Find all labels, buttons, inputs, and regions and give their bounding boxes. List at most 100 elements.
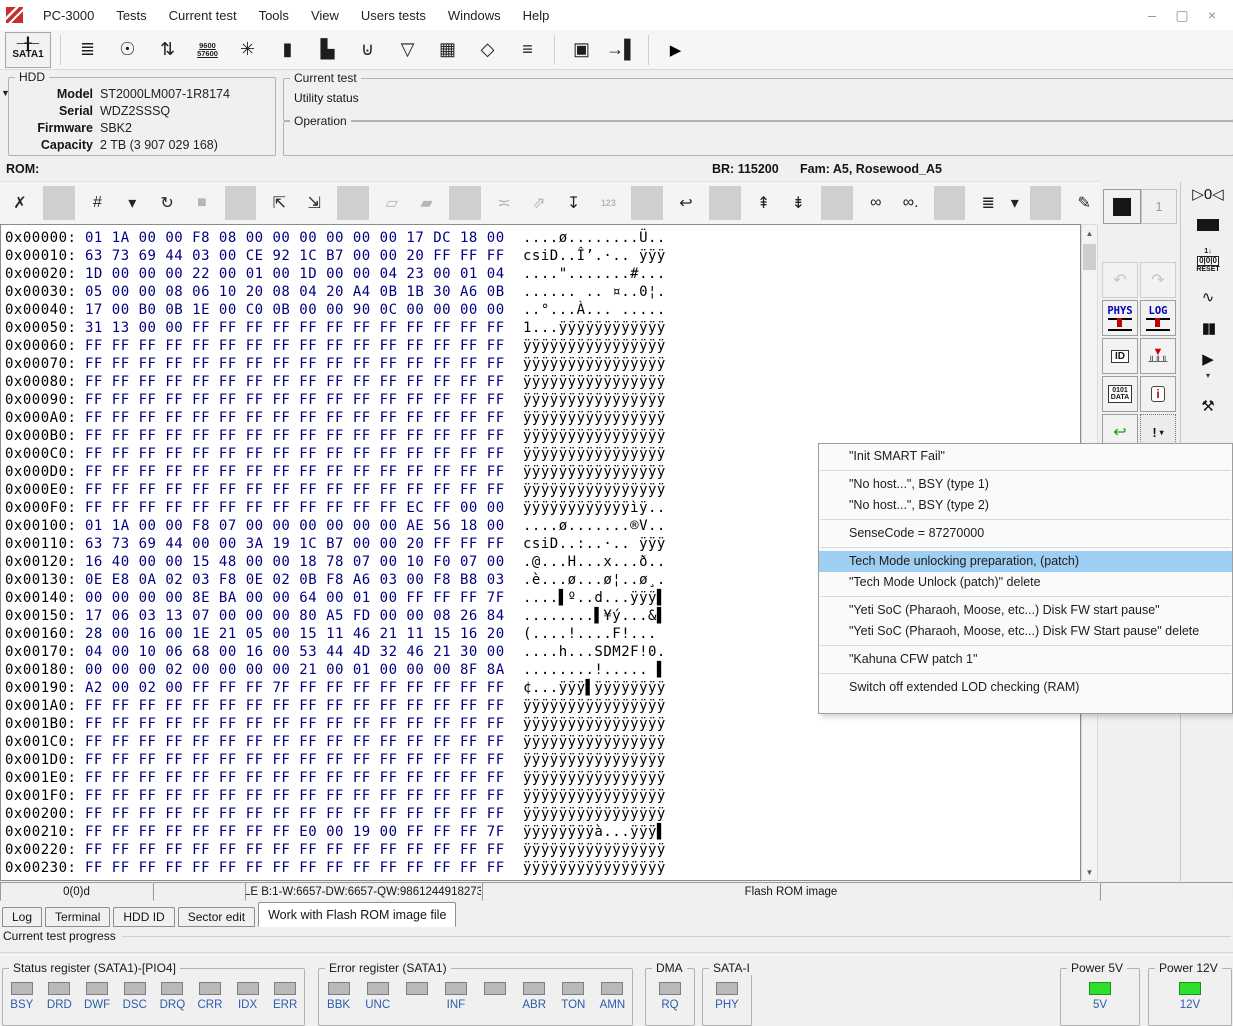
hex-ascii[interactable]: ........▌¥ý...&▌ bbox=[523, 608, 666, 624]
menu-item-no-host-bsy-type-1[interactable]: "No host...", BSY (type 1) bbox=[819, 474, 1232, 495]
edit-icon[interactable]: ✎ bbox=[1068, 186, 1100, 220]
menu-item-init-smart-fail[interactable]: "Init SMART Fail" bbox=[819, 446, 1232, 467]
phys-button[interactable]: PHYS bbox=[1102, 300, 1138, 336]
hex-row[interactable]: 0x00090:FF FF FF FF FF FF FF FF FF FF FF… bbox=[5, 391, 1080, 409]
hex-bytes[interactable]: FF FF FF FF FF FF FF FF FF FF FF FF FF F… bbox=[85, 463, 523, 481]
close-image-icon[interactable]: ✗ bbox=[4, 186, 36, 220]
hex-ascii[interactable]: ÿÿÿÿÿÿÿÿÿÿÿÿÿÿÿÿ bbox=[523, 770, 666, 786]
hex-row[interactable]: 0x00200:FF FF FF FF FF FF FF FF FF FF FF… bbox=[5, 805, 1080, 823]
hex-ascii[interactable]: ÿÿÿÿÿÿÿÿÿÿÿÿÿÿÿÿ bbox=[523, 392, 666, 408]
minimize-button[interactable]: – bbox=[1137, 5, 1167, 25]
hex-row[interactable]: 0x00060:FF FF FF FF FF FF FF FF FF FF FF… bbox=[5, 337, 1080, 355]
log-button[interactable]: LOG bbox=[1140, 300, 1176, 336]
hex-ascii[interactable]: csiD..Î’.·.. ÿÿÿ bbox=[523, 248, 666, 264]
menu-users-tests[interactable]: Users tests bbox=[350, 0, 437, 30]
find-next-icon[interactable]: ∞. bbox=[895, 186, 927, 220]
pause-icon[interactable]: ▮▮ bbox=[1202, 322, 1215, 336]
hex-ascii[interactable]: ÿÿÿÿÿÿÿÿÿÿÿÿÿÿÿÿ bbox=[523, 698, 666, 714]
hex-ascii[interactable]: (....!....F!... bbox=[523, 626, 666, 642]
menu-tools[interactable]: Tools bbox=[248, 0, 300, 30]
hex-bytes[interactable]: FF FF FF FF FF FF FF FF FF FF FF FF FF F… bbox=[85, 805, 523, 823]
scroll-thumb[interactable] bbox=[1083, 244, 1096, 270]
hex-bytes[interactable]: 04 00 10 06 68 00 16 00 53 44 4D 32 46 2… bbox=[85, 643, 523, 661]
hex-ascii[interactable]: ÿÿÿÿÿÿÿÿÿÿÿÿÿÿÿÿ bbox=[523, 788, 666, 804]
chip-select-button[interactable] bbox=[1103, 189, 1141, 224]
hex-row[interactable]: 0x00000:01 1A 00 00 F8 08 00 00 00 00 00… bbox=[5, 229, 1080, 247]
sata1-port-button[interactable]: ─╂─ SATA1 bbox=[5, 32, 51, 68]
stop-icon[interactable]: ■ bbox=[186, 186, 218, 220]
hex-bytes[interactable]: 00 00 00 00 8E BA 00 00 64 00 01 00 FF F… bbox=[85, 589, 523, 607]
load-image-icon[interactable]: ⇱ bbox=[263, 186, 295, 220]
tab-sector-edit[interactable]: Sector edit bbox=[178, 907, 255, 927]
menu-windows[interactable]: Windows bbox=[437, 0, 512, 30]
reload-icon[interactable]: ↻ bbox=[151, 186, 183, 220]
hex-bytes[interactable]: FF FF FF FF FF FF FF FF FF FF FF FF FF F… bbox=[85, 481, 523, 499]
hex-bytes[interactable]: FF FF FF FF FF FF FF FF FF FF FF FF FF F… bbox=[85, 859, 523, 877]
hex-bytes[interactable]: FF FF FF FF FF FF FF FF FF FF FF FF FF F… bbox=[85, 715, 523, 733]
db-redo-button[interactable]: ↷ bbox=[1140, 262, 1176, 298]
hex-row[interactable]: 0x00010:63 73 69 44 03 00 CE 92 1C B7 00… bbox=[5, 247, 1080, 265]
hex-ascii[interactable]: ÿÿÿÿÿÿÿÿÿÿÿÿÿÿÿÿ bbox=[523, 842, 666, 858]
hex-bytes[interactable]: FF FF FF FF FF FF FF FF FF FF FF FF FF F… bbox=[85, 841, 523, 859]
hex-ascii[interactable]: ÿÿÿÿÿÿÿÿÿÿÿÿÿÿÿÿ bbox=[523, 356, 666, 372]
start-bus-icon[interactable]: ▶▾ bbox=[1202, 353, 1214, 383]
start-test-icon[interactable]: ▶ bbox=[658, 34, 693, 66]
hex-ascii[interactable]: ÿÿÿÿÿÿÿÿÿÿÿÿÿÿÿÿ bbox=[523, 446, 666, 462]
hex-ascii[interactable]: ÿÿÿÿÿÿÿÿÿÿÿÿÿÿÿÿ bbox=[523, 734, 666, 750]
hex-ascii[interactable]: ÿÿÿÿÿÿÿÿÿÿÿÿÿÿÿÿ bbox=[523, 428, 666, 444]
hex-bytes[interactable]: FF FF FF FF FF FF FF FF FF FF FF FF FF F… bbox=[85, 409, 523, 427]
write-page-icon[interactable]: ⇗ bbox=[523, 186, 555, 220]
hex-row[interactable]: 0x00220:FF FF FF FF FF FF FF FF FF FF FF… bbox=[5, 841, 1080, 859]
hex-bytes[interactable]: FF FF FF FF FF FF FF FF FF FF FF FF FF F… bbox=[85, 391, 523, 409]
hex-row[interactable]: 0x00050:31 13 00 00 FF FF FF FF FF FF FF… bbox=[5, 319, 1080, 337]
hex-ascii[interactable]: ÿÿÿÿÿÿÿÿÿÿÿÿÿÿÿÿ bbox=[523, 464, 666, 480]
hex-bytes[interactable]: FF FF FF FF FF FF FF FF FF FF FF FF FF F… bbox=[85, 733, 523, 751]
hex-row[interactable]: 0x001C0:FF FF FF FF FF FF FF FF FF FF FF… bbox=[5, 733, 1080, 751]
copy-icon[interactable]: ▱ bbox=[376, 186, 408, 220]
tab-hdd-id[interactable]: HDD ID bbox=[113, 907, 174, 927]
hex-row[interactable]: 0x00040:17 00 B0 0B 1E 00 C0 0B 00 00 90… bbox=[5, 301, 1080, 319]
exit-icon[interactable]: →▌ bbox=[604, 34, 639, 66]
hex-row[interactable]: 0x001B0:FF FF FF FF FF FF FF FF FF FF FF… bbox=[5, 715, 1080, 733]
bus-select-icon[interactable]: ▾ bbox=[116, 186, 148, 220]
bus-terminal-icon[interactable]: ▽ bbox=[390, 34, 425, 66]
hex-bytes[interactable]: 63 73 69 44 03 00 CE 92 1C B7 00 00 20 F… bbox=[85, 247, 523, 265]
hex-row[interactable]: 0x001F0:FF FF FF FF FF FF FF FF FF FF FF… bbox=[5, 787, 1080, 805]
hex-ascii[interactable]: ÿÿÿÿÿÿÿÿÿÿÿÿÿÿÿÿ bbox=[523, 752, 666, 768]
hex-ascii[interactable]: ÿÿÿÿÿÿÿÿÿÿÿÿÿÿÿÿ bbox=[523, 806, 666, 822]
hex-bytes[interactable]: FF FF FF FF FF FF FF FF FF FF FF FF FF F… bbox=[85, 355, 523, 373]
dropdown-arrow-icon[interactable]: ▾ bbox=[1206, 369, 1210, 383]
graph-button[interactable]: ▼ ╨╨╨ bbox=[1140, 338, 1176, 374]
report-list-icon[interactable]: ≡ bbox=[510, 34, 545, 66]
grid-icon[interactable]: ▦ bbox=[430, 34, 465, 66]
hex-bytes[interactable]: 00 00 00 02 00 00 00 00 21 00 01 00 00 0… bbox=[85, 661, 523, 679]
hex-ascii[interactable]: ....▌º..d...ÿÿÿ▌ bbox=[523, 590, 666, 606]
hex-bytes[interactable]: 28 00 16 00 1E 21 05 00 15 11 46 21 11 1… bbox=[85, 625, 523, 643]
menu-current-test[interactable]: Current test bbox=[158, 0, 248, 30]
hex-bytes[interactable]: FF FF FF FF FF FF FF FF FF FF FF FF FF F… bbox=[85, 427, 523, 445]
flowchart-icon[interactable]: ◇ bbox=[470, 34, 505, 66]
hex-bytes[interactable]: FF FF FF FF FF FF FF FF FF FF FF FF FF F… bbox=[85, 697, 523, 715]
menu-view[interactable]: View bbox=[300, 0, 350, 30]
id-button[interactable]: ID bbox=[1102, 338, 1138, 374]
goto-end-icon[interactable]: ⇟ bbox=[782, 186, 814, 220]
task-script-icon[interactable]: ≣ bbox=[70, 34, 105, 66]
page-back-icon[interactable]: ↩ bbox=[670, 186, 702, 220]
menu-tests[interactable]: Tests bbox=[105, 0, 157, 30]
script-info-button[interactable]: i bbox=[1140, 376, 1176, 412]
hex-row[interactable]: 0x00210:FF FF FF FF FF FF FF FF E0 00 19… bbox=[5, 823, 1080, 841]
hex-row[interactable]: 0x00070:FF FF FF FF FF FF FF FF FF FF FF… bbox=[5, 355, 1080, 373]
bulb-icon[interactable]: ☉ bbox=[110, 34, 145, 66]
hex-row[interactable]: 0x00080:FF FF FF FF FF FF FF FF FF FF FF… bbox=[5, 373, 1080, 391]
hex-bytes[interactable]: FF FF FF FF FF FF FF FF FF FF FF FF EC F… bbox=[85, 499, 523, 517]
tab-work-with-flash-rom-image-file[interactable]: Work with Flash ROM image file bbox=[258, 902, 456, 927]
hex-bytes[interactable]: FF FF FF FF FF FF FF FF FF FF FF FF FF F… bbox=[85, 445, 523, 463]
hex-bytes[interactable]: FF FF FF FF FF FF FF FF FF FF FF FF FF F… bbox=[85, 373, 523, 391]
menu-pc-3000[interactable]: PC-3000 bbox=[32, 0, 105, 30]
goto-start-icon[interactable]: ⇞ bbox=[748, 186, 780, 220]
hex-ascii[interactable]: ...... .. ¤..0¦. bbox=[523, 284, 666, 300]
hex-ascii[interactable]: ....ø........Ü.. bbox=[523, 230, 666, 246]
menu-item-tech-mode-unlocking-preparation[interactable]: Tech Mode unlocking preparation, (patch) bbox=[819, 551, 1232, 572]
hex-bytes[interactable]: 01 1A 00 00 F8 07 00 00 00 00 00 00 AE 5… bbox=[85, 517, 523, 535]
hex-bytes[interactable]: 17 00 B0 0B 1E 00 C0 0B 00 00 90 0C 00 0… bbox=[85, 301, 523, 319]
